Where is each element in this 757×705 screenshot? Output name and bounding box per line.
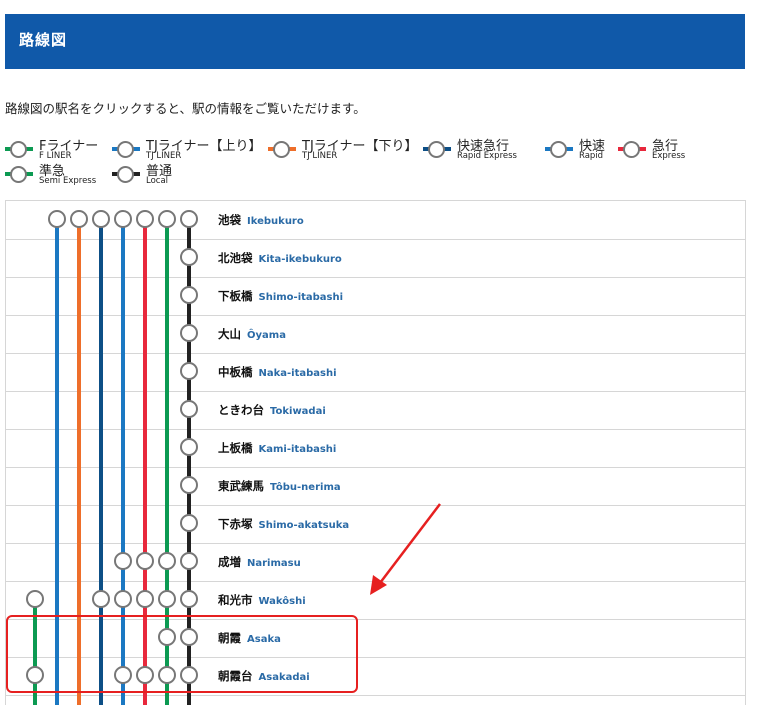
legend-sublabel: Express bbox=[652, 151, 686, 161]
instruction-text: 路線図の駅名をクリックすると、駅の情報をご覧いただけます。 bbox=[5, 101, 366, 116]
station-circle-icon bbox=[117, 166, 134, 183]
station-stop-icon bbox=[92, 590, 110, 608]
station-stop-icon bbox=[180, 286, 198, 304]
station-circle-icon bbox=[273, 141, 290, 158]
station-circle-icon bbox=[117, 141, 134, 158]
legend-sublabel: Rapid Express bbox=[457, 151, 517, 161]
station-circle-icon bbox=[550, 141, 567, 158]
station-stop-icon bbox=[180, 438, 198, 456]
station-stop-icon bbox=[136, 590, 154, 608]
station-stop-icon bbox=[158, 210, 176, 228]
station-stop-icon bbox=[136, 552, 154, 570]
legend-sublabel: Rapid bbox=[579, 151, 604, 161]
station-stop-icon bbox=[180, 476, 198, 494]
station-stop-icon bbox=[136, 210, 154, 228]
page-header: 路線図 bbox=[5, 14, 745, 69]
legend-sublabel: Semi Express bbox=[39, 176, 97, 186]
station-circle-icon bbox=[623, 141, 640, 158]
station-stop-icon bbox=[158, 552, 176, 570]
station-stop-icon bbox=[114, 590, 132, 608]
station-stop-icon bbox=[180, 514, 198, 532]
station-stop-icon bbox=[180, 324, 198, 342]
legend-sublabel: TJ LINER bbox=[302, 151, 338, 161]
station-stop-icon bbox=[180, 210, 198, 228]
station-stop-icon bbox=[70, 210, 88, 228]
highlight-box bbox=[6, 615, 358, 693]
station-stop-icon bbox=[180, 248, 198, 266]
station-stop-icon bbox=[26, 590, 44, 608]
station-stop-icon bbox=[114, 552, 132, 570]
station-stop-icon bbox=[180, 362, 198, 380]
station-stop-icon bbox=[114, 210, 132, 228]
station-stop-icon bbox=[180, 400, 198, 418]
station-circle-icon bbox=[10, 141, 27, 158]
legend-sublabel: Local bbox=[146, 176, 169, 186]
station-stop-icon bbox=[158, 590, 176, 608]
station-stop-icon bbox=[180, 590, 198, 608]
station-stop-icon bbox=[92, 210, 110, 228]
page-title: 路線図 bbox=[19, 31, 68, 49]
station-stop-icon bbox=[48, 210, 66, 228]
station-stop-icon bbox=[180, 552, 198, 570]
station-circle-icon bbox=[10, 166, 27, 183]
station-circle-icon bbox=[428, 141, 445, 158]
